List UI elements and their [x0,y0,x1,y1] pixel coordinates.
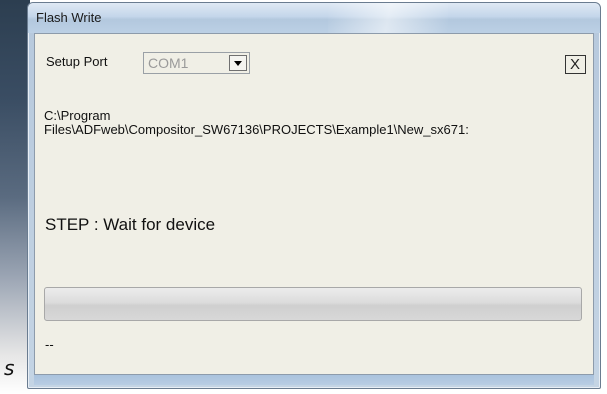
port-select-dropdown-button[interactable] [229,55,247,71]
file-path-line-2: Files\ADFweb\Compositor_SW67136\PROJECTS… [44,122,469,137]
file-path-line-1: C:\Program [44,109,111,123]
screen: s Flash Write Setup Port COM1 X C:\Progr… [0,0,607,394]
background-text-fragment: s [4,356,15,380]
flash-write-dialog: Flash Write Setup Port COM1 X C:\Program… [27,2,601,389]
title-bar-glass-highlight [328,3,448,33]
window-bottom-frame [34,375,594,385]
chevron-down-icon [234,61,242,66]
port-select[interactable]: COM1 [143,52,250,74]
progress-bar [44,287,582,321]
desktop-background [0,0,30,394]
file-path-text: C:\Program Files\ADFweb\Compositor_SW671… [44,109,589,137]
close-icon: X [570,56,581,73]
status-line: -- [45,337,54,352]
port-select-value: COM1 [148,55,189,71]
close-button[interactable]: X [565,55,586,74]
step-status-text: STEP : Wait for device [45,215,216,234]
dialog-client-area: Setup Port COM1 X C:\Program Files\ADFwe… [34,33,594,375]
title-bar[interactable]: Flash Write [28,3,600,33]
window-title: Flash Write [36,10,102,25]
setup-port-label: Setup Port [46,54,108,69]
